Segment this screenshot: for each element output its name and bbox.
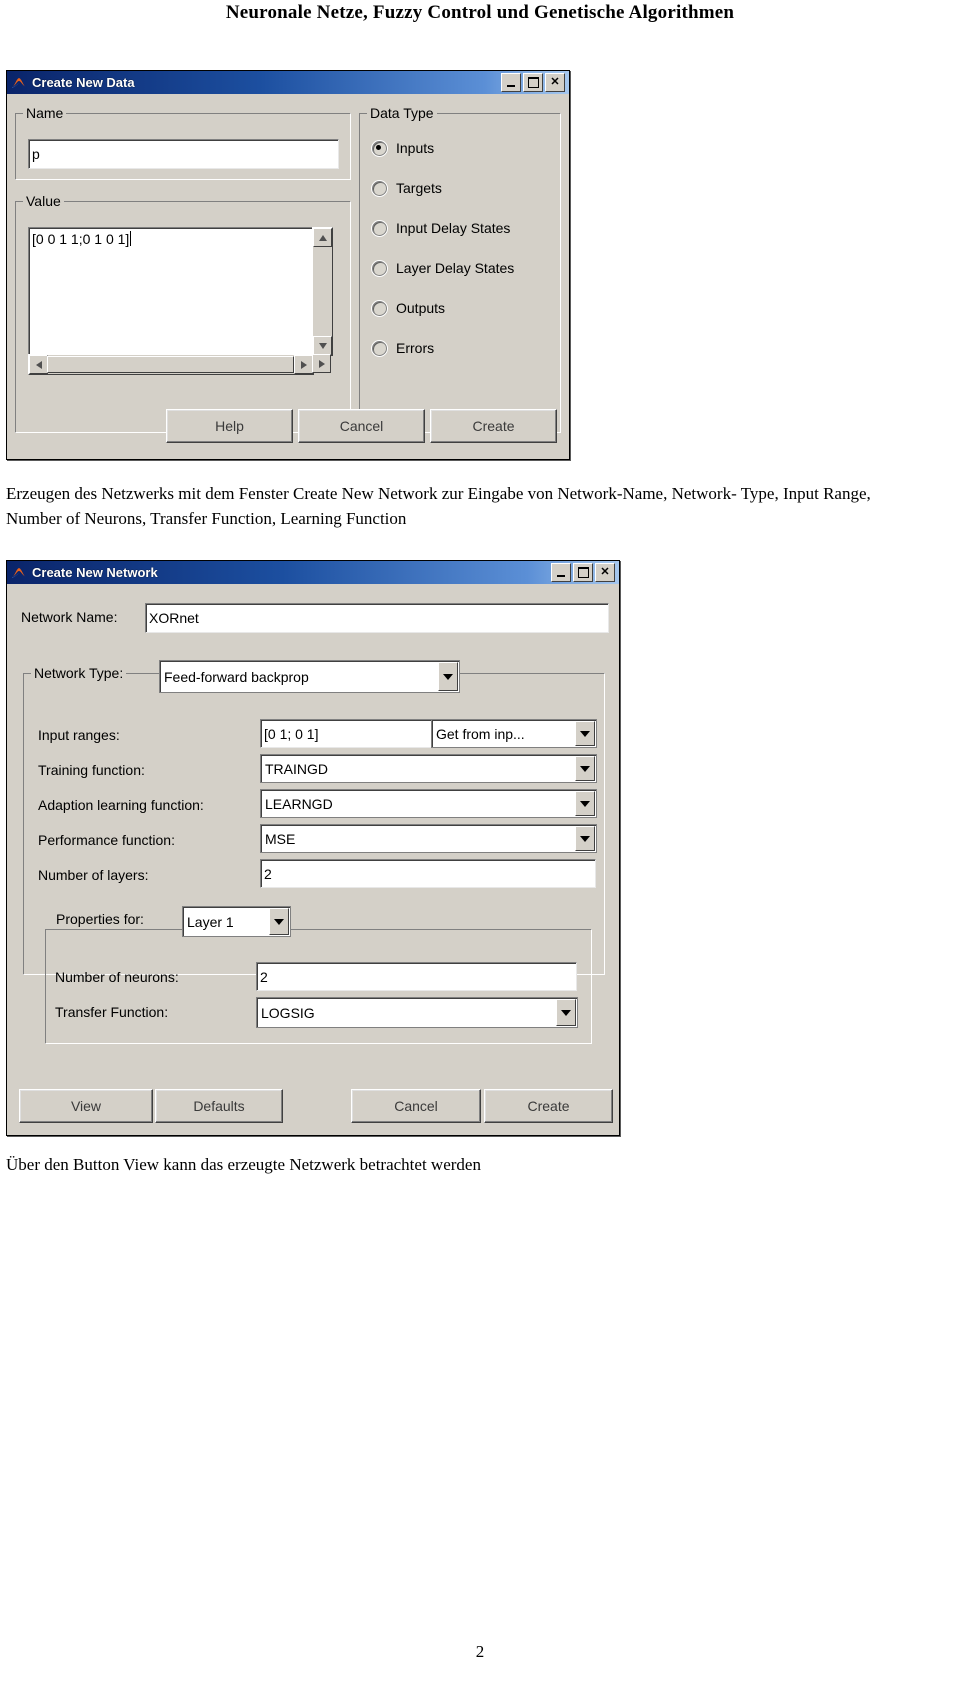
radio-targets-indicator bbox=[372, 180, 387, 196]
input-ranges-input[interactable]: [0 1; 0 1] bbox=[260, 719, 433, 748]
number-of-layers-label: Number of layers: bbox=[38, 867, 149, 883]
network-create-button[interactable]: Create bbox=[484, 1089, 613, 1123]
radio-layer-delay-states-label: Layer Delay States bbox=[396, 260, 515, 276]
create-new-data-dialog: Create New Data ✕ Name p Value [0 0 1 1;… bbox=[6, 70, 570, 460]
adaption-learning-function-select[interactable]: LEARNGD bbox=[260, 789, 597, 818]
radio-errors[interactable]: Errors bbox=[372, 340, 434, 356]
radio-layer-delay-states-indicator bbox=[372, 260, 387, 276]
number-of-layers-value: 2 bbox=[264, 865, 272, 882]
network-type-label: Network Type: bbox=[31, 665, 127, 681]
data-value-text: [0 0 1 1;0 1 0 1] bbox=[32, 231, 130, 247]
performance-function-value: MSE bbox=[265, 830, 296, 847]
radio-inputs-label: Inputs bbox=[396, 140, 435, 156]
chevron-down-icon[interactable] bbox=[269, 908, 289, 935]
chevron-down-icon[interactable] bbox=[575, 756, 595, 781]
create-new-network-title: Create New Network bbox=[32, 565, 158, 580]
performance-function-label: Performance function: bbox=[38, 832, 175, 848]
radio-outputs-label: Outputs bbox=[396, 300, 446, 316]
minimize-icon[interactable] bbox=[551, 563, 571, 582]
network-name-input[interactable]: XORnet bbox=[145, 603, 609, 633]
caption-view-button: Über den Button View kann das erzeugte N… bbox=[6, 1155, 481, 1174]
transfer-function-select[interactable]: LOGSIG bbox=[256, 997, 578, 1028]
network-type-select[interactable]: Feed-forward backprop bbox=[159, 660, 460, 693]
create-new-network-titlebar[interactable]: Create New Network ✕ bbox=[7, 561, 619, 584]
number-of-neurons-input[interactable]: 2 bbox=[256, 962, 577, 991]
input-ranges-value: [0 1; 0 1] bbox=[264, 725, 319, 742]
chevron-down-icon[interactable] bbox=[556, 999, 576, 1026]
value-horizontal-scrollbar[interactable] bbox=[28, 354, 314, 375]
input-ranges-label: Input ranges: bbox=[38, 727, 120, 743]
value-vertical-scrollbar[interactable] bbox=[312, 227, 333, 356]
data-name-input-value: p bbox=[32, 146, 40, 162]
close-icon[interactable]: ✕ bbox=[545, 73, 565, 92]
close-icon[interactable]: ✕ bbox=[595, 563, 615, 582]
radio-targets[interactable]: Targets bbox=[372, 180, 442, 196]
training-function-value: TRAINGD bbox=[265, 760, 328, 777]
page-header-title: Neuronale Netze, Fuzzy Control und Genet… bbox=[225, 2, 735, 23]
scroll-up-button[interactable] bbox=[313, 228, 332, 247]
value-group-label: Value bbox=[23, 193, 64, 209]
create-new-data-titlebar[interactable]: Create New Data ✕ bbox=[7, 71, 569, 94]
scroll-left-button[interactable] bbox=[29, 355, 48, 374]
training-function-label: Training function: bbox=[38, 762, 145, 778]
view-button[interactable]: View bbox=[19, 1089, 153, 1123]
radio-outputs-indicator bbox=[372, 300, 387, 316]
chevron-down-icon[interactable] bbox=[575, 826, 595, 851]
data-name-input[interactable]: p bbox=[28, 139, 339, 169]
defaults-button[interactable]: Defaults bbox=[155, 1089, 283, 1123]
cancel-button[interactable]: Cancel bbox=[298, 409, 425, 443]
maximize-icon[interactable] bbox=[523, 73, 543, 92]
radio-inputs-indicator bbox=[372, 140, 387, 156]
radio-input-delay-states-indicator bbox=[372, 220, 387, 236]
chevron-down-icon[interactable] bbox=[438, 662, 458, 691]
properties-for-label: Properties for: bbox=[53, 911, 147, 927]
radio-targets-label: Targets bbox=[396, 180, 442, 196]
matlab-membrane-icon bbox=[11, 565, 27, 581]
minimize-icon[interactable] bbox=[501, 73, 521, 92]
create-button[interactable]: Create bbox=[430, 409, 557, 443]
help-button[interactable]: Help bbox=[166, 409, 293, 443]
scroll-right-button[interactable] bbox=[294, 355, 313, 374]
maximize-icon[interactable] bbox=[573, 563, 593, 582]
number-of-layers-input[interactable]: 2 bbox=[260, 859, 596, 888]
matlab-membrane-icon bbox=[11, 75, 27, 91]
transfer-function-value: LOGSIG bbox=[261, 1004, 315, 1021]
number-of-neurons-value: 2 bbox=[260, 968, 268, 985]
radio-errors-label: Errors bbox=[396, 340, 435, 356]
network-name-label: Network Name: bbox=[21, 609, 118, 625]
name-group-label: Name bbox=[23, 105, 67, 121]
training-function-select[interactable]: TRAINGD bbox=[260, 754, 597, 783]
network-type-value: Feed-forward backprop bbox=[164, 668, 309, 685]
chevron-down-icon[interactable] bbox=[575, 721, 595, 746]
horizontal-scroll-thumb[interactable] bbox=[47, 356, 294, 373]
create-new-data-title: Create New Data bbox=[32, 75, 135, 90]
caption-line-1: Erzeugen des Netzwerks mit dem Fenster C… bbox=[6, 484, 737, 503]
radio-input-delay-states-label: Input Delay States bbox=[396, 220, 511, 236]
radio-input-delay-states[interactable]: Input Delay States bbox=[372, 220, 510, 236]
radio-layer-delay-states[interactable]: Layer Delay States bbox=[372, 260, 514, 276]
properties-for-select[interactable]: Layer 1 bbox=[182, 906, 291, 937]
properties-for-value: Layer 1 bbox=[187, 913, 234, 930]
performance-function-select[interactable]: MSE bbox=[260, 824, 597, 853]
radio-outputs[interactable]: Outputs bbox=[372, 300, 445, 316]
data-value-textarea[interactable]: [0 0 1 1;0 1 0 1] bbox=[28, 227, 317, 359]
page-number: 2 bbox=[475, 1642, 485, 1661]
data-type-group-label: Data Type bbox=[367, 105, 437, 121]
create-new-network-dialog: Create New Network ✕ Network Name: XORne… bbox=[6, 560, 620, 1136]
number-of-neurons-label: Number of neurons: bbox=[55, 969, 179, 985]
adaption-learning-function-label: Adaption learning function: bbox=[38, 797, 204, 813]
network-cancel-button[interactable]: Cancel bbox=[351, 1089, 481, 1123]
transfer-function-label: Transfer Function: bbox=[55, 1004, 169, 1020]
value-scroll-corner bbox=[312, 354, 331, 373]
radio-errors-indicator bbox=[372, 340, 387, 356]
input-ranges-source-select[interactable]: Get from inp... bbox=[431, 719, 597, 748]
chevron-down-icon[interactable] bbox=[575, 791, 595, 816]
caption-create-new-network: Erzeugen des Netzwerks mit dem Fenster C… bbox=[6, 481, 896, 531]
input-ranges-source-value: Get from inp... bbox=[436, 725, 525, 742]
scroll-down-button[interactable] bbox=[313, 336, 332, 355]
adaption-learning-function-value: LEARNGD bbox=[265, 795, 333, 812]
radio-inputs[interactable]: Inputs bbox=[372, 140, 434, 156]
document-page: Neuronale Netze, Fuzzy Control und Genet… bbox=[0, 0, 960, 1694]
network-name-value: XORnet bbox=[149, 610, 199, 626]
